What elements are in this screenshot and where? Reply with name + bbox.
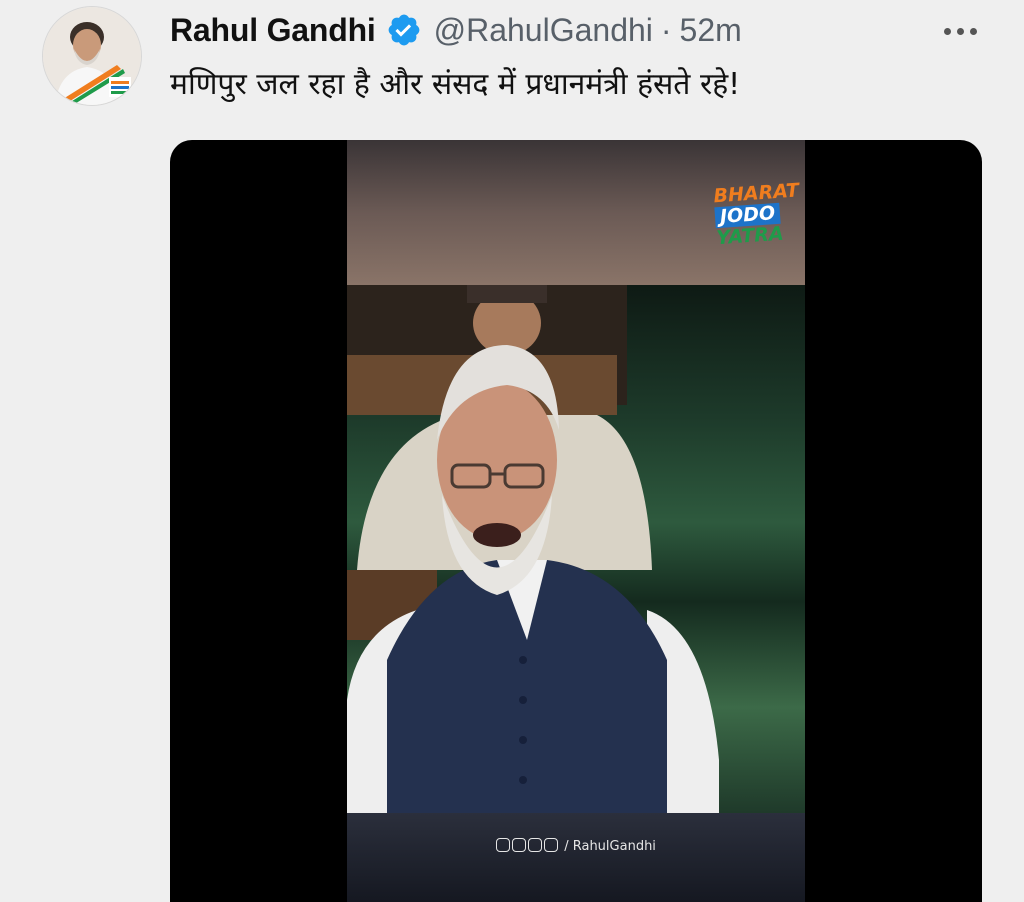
verified-badge-icon[interactable] [386,12,422,48]
video-frame[interactable]: BHARAT JODO YATRA / RahulGandhi [347,140,805,902]
timestamp[interactable]: 52m [680,12,742,49]
more-dot [956,27,964,35]
more-dot [969,27,977,35]
separator-dot: · [660,11,672,48]
tweet: Rahul Gandhi @RahulGandhi · 52m मणिपुर ज… [0,0,1024,902]
youtube-icon [544,838,559,852]
more-options-button[interactable] [940,16,980,46]
twitter-icon [512,838,527,852]
more-horizontal-icon [943,27,951,35]
author-name[interactable]: Rahul Gandhi [170,12,376,49]
bharat-jodo-yatra-logo: BHARAT JODO YATRA [713,179,800,249]
facebook-icon [496,838,511,852]
video-player[interactable]: BHARAT JODO YATRA / RahulGandhi [170,140,982,902]
profile-photo-icon [43,7,141,105]
tweet-header: Rahul Gandhi @RahulGandhi · 52m [170,8,742,52]
credit-handle: / RahulGandhi [564,839,656,854]
instagram-icon [528,838,543,852]
video-still-image [347,140,805,902]
avatar[interactable] [42,6,142,106]
social-credit: / RahulGandhi [347,838,805,854]
tweet-text: मणिपुर जल रहा है और संसद में प्रधानमंत्र… [170,67,741,102]
author-handle[interactable]: @RahulGandhi [434,12,653,49]
